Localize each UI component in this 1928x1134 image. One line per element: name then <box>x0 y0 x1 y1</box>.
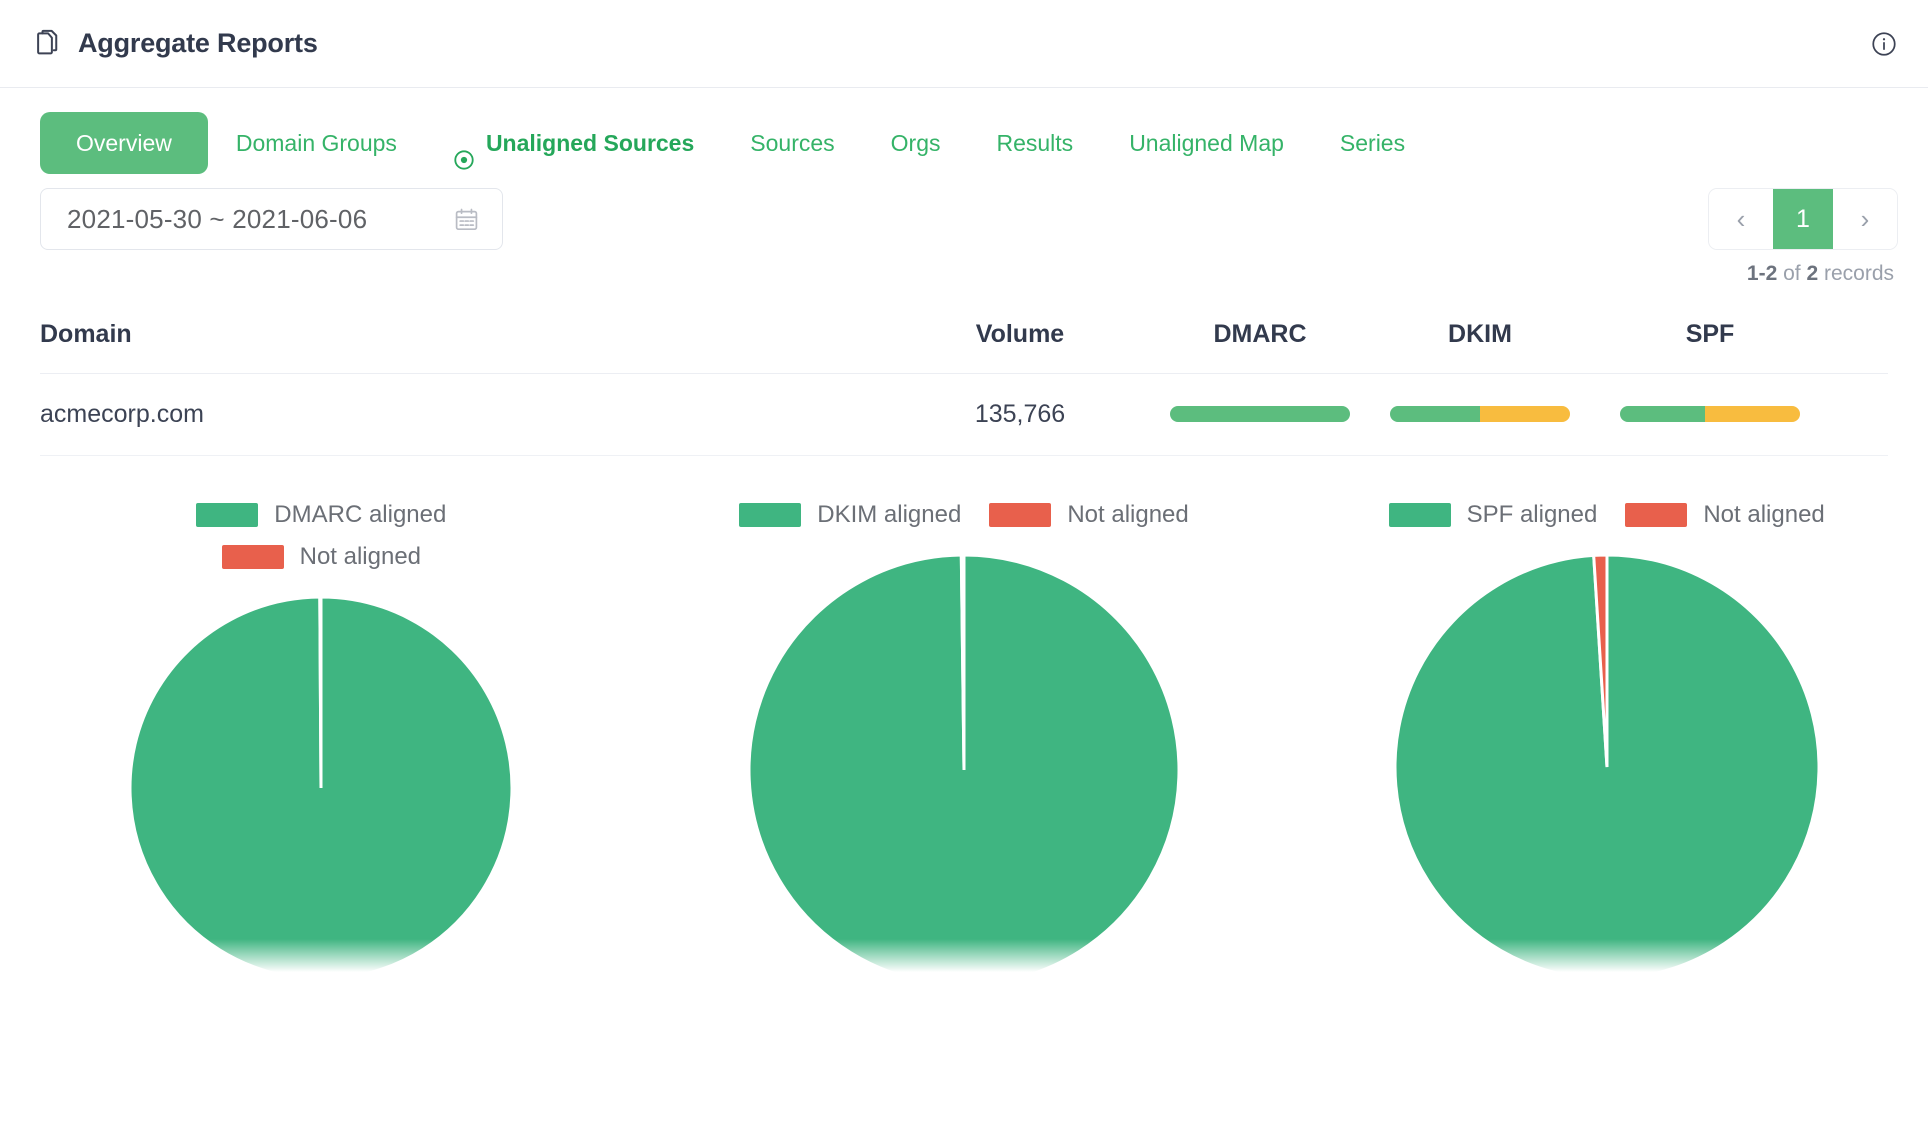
legend-swatch-red <box>989 503 1052 527</box>
legend-swatch-green <box>1388 503 1451 527</box>
legend-label-dkim-aligned: DKIM aligned <box>817 501 962 528</box>
chart-dkim-pie-holder <box>749 555 1179 985</box>
pie-chart-dmarc[interactable] <box>130 597 513 979</box>
dkim-progress-bar <box>1390 406 1570 423</box>
column-header-dmarc[interactable]: DMARC <box>1145 320 1375 349</box>
legend-item-dkim-aligned[interactable]: DKIM aligned <box>739 501 961 529</box>
tab-orgs[interactable]: Orgs <box>863 112 969 174</box>
chart-spf: SPF aligned Not aligned <box>1285 501 1928 985</box>
cell-volume: 135,766 <box>974 400 1066 428</box>
chart-dmarc-legend: DMARC aligned Not aligned <box>131 501 511 571</box>
page-title: Aggregate Reports <box>78 28 318 58</box>
chart-dmarc: DMARC aligned Not aligned <box>0 501 643 985</box>
calendar-icon[interactable] <box>453 206 480 233</box>
table-header-row: Domain Volume DMARC DKIM SPF <box>40 296 1888 374</box>
legend-label-dmarc-aligned: DMARC aligned <box>274 501 447 528</box>
column-header-dkim[interactable]: DKIM <box>1375 320 1585 349</box>
charts-section: DMARC aligned Not aligned DKIM aligned N… <box>0 456 1928 985</box>
legend-item-dmarc-aligned[interactable]: DMARC aligned <box>196 501 446 529</box>
column-header-spf[interactable]: SPF <box>1585 320 1835 349</box>
page-bottom-strip <box>0 1106 1928 1134</box>
records-summary: 1-2 of 2 records <box>1747 262 1894 286</box>
chart-spf-pie-holder <box>1394 555 1819 979</box>
records-word: records <box>1818 262 1894 285</box>
tab-results[interactable]: Results <box>968 112 1101 174</box>
legend-item-dmarc-not-aligned[interactable]: Not aligned <box>221 543 422 571</box>
legend-item-spf-not-aligned[interactable]: Not aligned <box>1625 501 1825 529</box>
cell-dmarc <box>1145 406 1375 424</box>
legend-swatch-red <box>1625 503 1688 527</box>
column-header-volume[interactable]: Volume <box>895 320 1145 349</box>
legend-swatch-green <box>739 503 802 527</box>
legend-label-dkim-not-aligned: Not aligned <box>1067 501 1189 528</box>
tab-unaligned-map-label: Unaligned Map <box>1129 130 1284 156</box>
chart-spf-legend: SPF aligned Not aligned <box>1375 501 1839 529</box>
spf-unaligned-segment <box>1704 406 1800 423</box>
header-left: Aggregate Reports <box>30 28 318 59</box>
pagination-page-1[interactable]: 1 <box>1773 189 1833 249</box>
spf-progress-bar <box>1620 406 1800 423</box>
legend-swatch-red <box>221 545 284 569</box>
cell-domain[interactable]: acmecorp.com <box>40 400 895 429</box>
pagination-next-button[interactable]: › <box>1833 189 1897 249</box>
dkim-aligned-segment <box>1390 406 1480 423</box>
pie-chart-spf[interactable] <box>1394 555 1819 979</box>
date-range-picker[interactable]: 2021-05-30 ~ 2021-06-06 <box>40 188 503 250</box>
tab-unaligned-sources-label: Unaligned Sources <box>485 130 695 156</box>
tab-orgs-label: Orgs <box>890 130 941 156</box>
tab-sources-label: Sources <box>750 130 835 156</box>
documents-icon <box>30 29 60 59</box>
reports-table: Domain Volume DMARC DKIM SPF acmecorp.co… <box>0 296 1928 456</box>
tab-series[interactable]: Series <box>1312 112 1433 174</box>
chart-dkim: DKIM aligned Not aligned <box>643 501 1286 985</box>
legend-label-dmarc-not-aligned: Not aligned <box>299 543 422 570</box>
table-row[interactable]: acmecorp.com 135,766 <box>40 374 1888 456</box>
records-range: 1-2 <box>1746 262 1778 285</box>
records-of: of <box>1777 262 1807 285</box>
pie-chart-dkim[interactable] <box>749 555 1179 985</box>
tab-results-label: Results <box>996 130 1074 156</box>
tab-overview-label: Overview <box>76 130 172 156</box>
tab-unaligned-sources[interactable]: Unaligned Sources <box>425 112 722 174</box>
tab-domain-groups[interactable]: Domain Groups <box>208 112 425 174</box>
legend-label-spf-not-aligned: Not aligned <box>1703 501 1825 528</box>
legend-label-spf-aligned: SPF aligned <box>1466 501 1598 528</box>
info-circle-icon[interactable] <box>1870 30 1898 58</box>
column-header-domain[interactable]: Domain <box>40 320 895 349</box>
tab-domain-groups-label: Domain Groups <box>235 130 397 156</box>
tab-unaligned-map[interactable]: Unaligned Map <box>1101 112 1312 174</box>
pagination: ‹ 1 › <box>1708 188 1898 250</box>
chart-dkim-legend: DKIM aligned Not aligned <box>725 501 1203 529</box>
legend-item-spf-aligned[interactable]: SPF aligned <box>1388 501 1598 529</box>
target-dot-icon <box>453 132 475 170</box>
tab-overview[interactable]: Overview <box>40 112 208 174</box>
dkim-unaligned-segment <box>1480 406 1570 423</box>
controls-row: 2021-05-30 ~ 2021-06-06 ‹ 1 › 1-2 of 2 r… <box>0 180 1928 290</box>
legend-swatch-green <box>196 503 259 527</box>
cell-dkim <box>1375 406 1585 424</box>
dmarc-progress-bar <box>1170 406 1350 423</box>
date-range-value: 2021-05-30 ~ 2021-06-06 <box>67 203 368 234</box>
legend-item-dkim-not-aligned[interactable]: Not aligned <box>989 501 1189 529</box>
tab-bar: Overview Domain Groups Unaligned Sources… <box>0 88 1928 180</box>
pagination-prev-button[interactable]: ‹ <box>1709 189 1773 249</box>
pagination-area: ‹ 1 › 1-2 of 2 records <box>1708 188 1898 286</box>
cell-spf <box>1585 406 1835 424</box>
tab-series-label: Series <box>1339 130 1406 156</box>
dmarc-aligned-segment <box>1170 406 1350 423</box>
tab-sources[interactable]: Sources <box>722 112 862 174</box>
spf-aligned-segment <box>1620 406 1705 423</box>
records-total: 2 <box>1806 262 1819 285</box>
app-header: Aggregate Reports <box>0 0 1928 88</box>
chart-dmarc-pie-holder <box>130 597 513 979</box>
